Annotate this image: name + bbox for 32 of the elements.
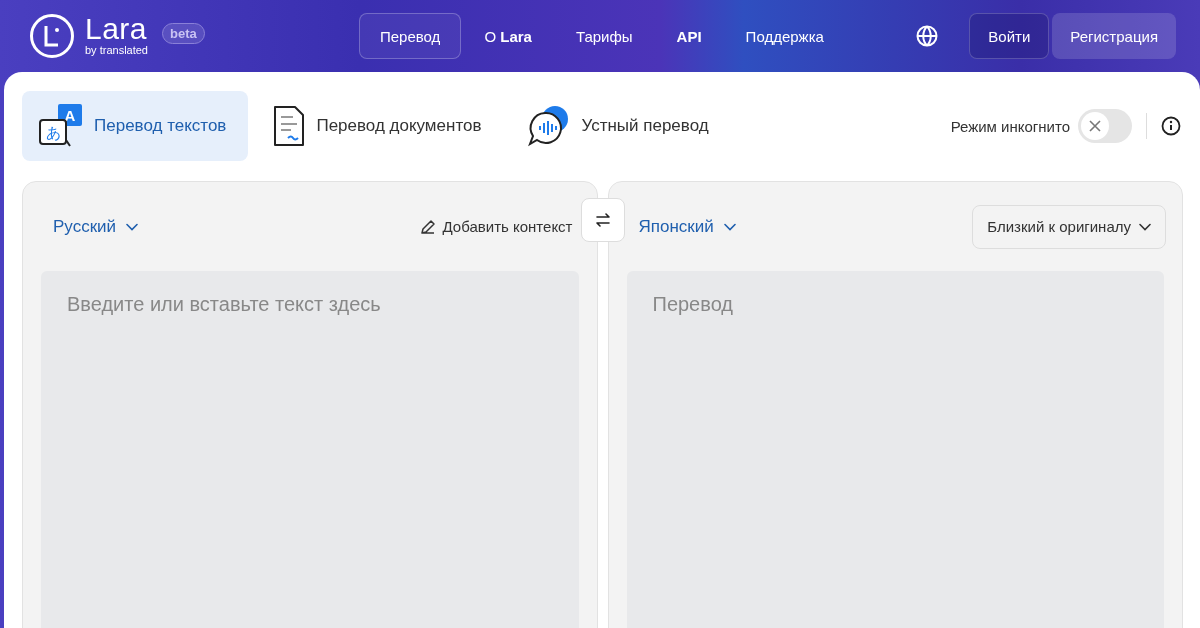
translation-field[interactable]: Перевод [626, 271, 1164, 628]
nav-link[interactable]: Тарифы [554, 13, 654, 59]
close-icon [1089, 120, 1101, 132]
source-text-field[interactable]: Введите или вставьте текст здесь [41, 271, 579, 628]
logo-tagline: by translated [85, 44, 148, 56]
globe-icon[interactable] [916, 25, 939, 47]
logo-icon [29, 13, 75, 59]
nav-link[interactable]: Поддержка [724, 13, 845, 59]
info-icon[interactable] [1161, 116, 1181, 136]
document-icon [272, 105, 307, 147]
add-context-button[interactable]: Добавить контекст [419, 218, 573, 235]
nav-link[interactable]: Перевод [359, 13, 462, 59]
mode-tab[interactable]: Устный перевод [511, 91, 731, 161]
swap-icon [595, 213, 611, 227]
nav-link[interactable]: О Lara [463, 13, 553, 59]
nav-link[interactable]: API [655, 13, 723, 59]
source-language-dropdown[interactable]: Русский [53, 216, 139, 237]
login-button[interactable]: Войти [969, 13, 1050, 59]
translation-style-dropdown[interactable]: Близкий к оригиналу [972, 204, 1166, 249]
incognito-label: Режим инкогнито [950, 117, 1070, 135]
logo-name: Lara [85, 16, 148, 42]
mode-tab[interactable]: Перевод документов [256, 91, 504, 161]
incognito-toggle[interactable] [1078, 109, 1132, 143]
chevron-down-icon [126, 222, 139, 231]
pencil-icon [419, 218, 436, 235]
swap-languages-button[interactable] [581, 198, 625, 242]
chevron-down-icon [1139, 222, 1151, 231]
target-language-dropdown[interactable]: Японский [638, 216, 736, 237]
chevron-down-icon [723, 222, 736, 231]
mode-tab[interactable]: A あ Перевод текстов [22, 91, 249, 161]
signup-button[interactable]: Регистрация [1052, 13, 1176, 59]
beta-badge: beta [162, 23, 205, 44]
